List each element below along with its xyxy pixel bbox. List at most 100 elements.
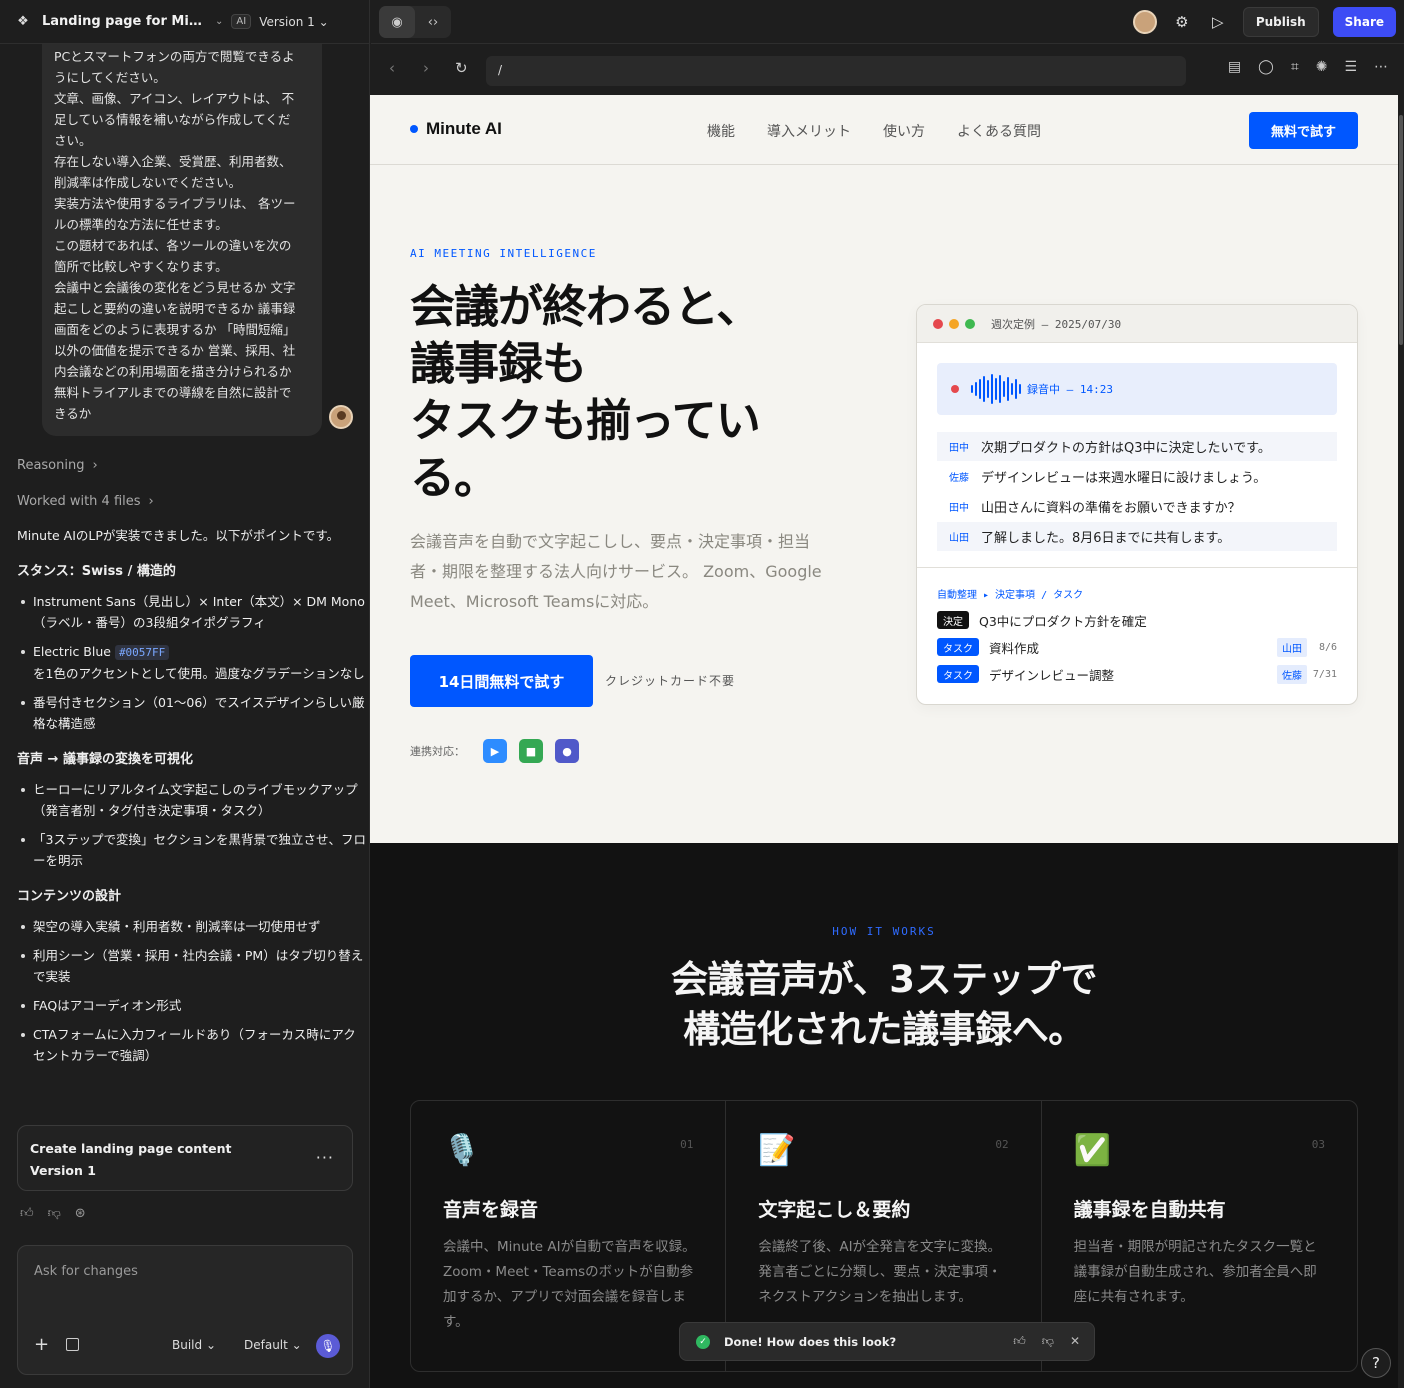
close-icon[interactable]: ✕ [1070,1334,1080,1349]
worked-files-toggle[interactable]: Worked with 4 files › [17,494,154,509]
view-toggle: ◉ ‹› [379,6,451,38]
mode-selector[interactable]: Build ⌄ [172,1338,216,1352]
app-window: PCとスマートフォンの両方で閲覧できるよ うにしてください。 文章、画像、アイコン、… [0,0,1404,1388]
site-brand[interactable]: Minute AI [410,119,502,139]
inspect-icon[interactable]: ⌗ [1291,59,1299,75]
meeting-mockup: 週次定例 — 2025/07/30 録音中 — 14:23 田中 次期プロダクトの… [916,304,1358,705]
reasoning-label: Reasoning [17,458,85,473]
message-line: 削減率は作成しないでください。 [54,175,242,190]
task-tag: タスク [937,638,979,656]
figma-logo-icon[interactable]: ❖ [12,11,34,33]
nav-link[interactable]: 使い方 [883,121,925,141]
version-selector[interactable]: Version 1 ⌄ [259,15,328,29]
task-row: タスク デザインレビュー調整 佐藤 7/31 [937,664,1337,684]
message-line: ルの標準的な方法に任せます。 [54,217,228,232]
layout-icon[interactable]: ▤ [1228,59,1241,75]
google-meet-icon: ■ [519,739,543,763]
message-line: 存在しない導入企業、受賞歴、利用者数、 [54,154,292,169]
reply-text: を1色のアクセントとして使用。過度なグラデーションなし [33,666,365,681]
nav-cta-button[interactable]: 無料で試す [1249,112,1358,149]
toast-actions: 👍︎ 👎︎ ✕ [1013,1334,1080,1349]
reasoning-toggle[interactable]: Reasoning › [17,458,98,473]
plus-icon[interactable]: + [34,1334,49,1355]
nav-link[interactable]: 導入メリット [767,121,851,141]
attach-icon[interactable] [66,1338,79,1351]
recording-dot-icon [951,385,959,393]
nav-link[interactable]: よくある質問 [957,121,1041,141]
back-icon[interactable]: ‹ [389,59,395,77]
more-horizontal-icon[interactable]: ⋯ [1374,59,1388,75]
maximize-dot-icon [965,318,975,329]
share-button[interactable]: Share [1332,7,1396,37]
mockup-breadcrumb: 自動整理 ▸ 決定事項 / タスク [937,590,1084,601]
reply-text: 番号付きセクション（01〜06）でスイスデザインらしい厳格な構造感 [33,695,365,731]
chevron-right-icon: › [148,494,154,509]
thumbs-down-icon[interactable]: 👎︎ [48,1206,61,1221]
model-selector[interactable]: Default ⌄ [244,1338,302,1352]
hero-cta-button[interactable]: 14日間無料で試す [410,655,593,707]
reply-list: ヒーローにリアルタイム文字起こしのライブモックアップ（発言者別・タグ付き決定事項… [17,779,367,871]
notes-icon[interactable]: ☰ [1344,59,1357,75]
message-line: きるか [54,406,92,421]
thumbs-down-icon[interactable]: 👎︎ [1042,1334,1054,1349]
url-input[interactable]: / [486,56,1186,86]
reply-list-item: 番号付きセクション（01〜06）でスイスデザインらしい厳格な構造感 [17,692,367,734]
assistant-reply: Minute AIのLPが実装できました。以下がポイントです。 スタンス：Swi… [17,526,367,1080]
composer[interactable]: Ask for changes + Build ⌄ Default ⌄ 🎙︎ [17,1245,353,1375]
version-card[interactable]: Create landing page content Version 1 ··… [17,1125,353,1191]
publish-button[interactable]: Publish [1242,7,1319,37]
reply-text: 架空の導入実績・利用者数・削減率は一切使用せず [33,919,321,934]
toast-text: Done! How does this look? [724,1334,897,1349]
message-line: 以外の価値を提示できるか 営業、採用、社 [54,343,296,358]
step-description: 担当者・期限が明記されたタスク一覧と議事録が自動生成され、参加者全員へ即座に共有… [1073,1239,1317,1305]
step-emoji-icon: 🎙️ [443,1133,481,1168]
site-menu: 機能 導入メリット 使い方 よくある質問 [707,121,1041,141]
hero-heading-line: 会議が終わると、 [410,280,761,333]
mockup-divider [917,567,1357,568]
zoom-icon: ▶ [483,739,507,763]
more-icon[interactable]: ··· [316,1148,334,1167]
reply-text: CTAフォームに入力フィールドあり（フォーカス時にアクセントカラーで強調） [33,1027,356,1063]
play-icon[interactable]: ▷ [1207,11,1229,33]
step-title: 文字起こし＆要約 [758,1199,911,1221]
assignee-badge: 山田 [1277,637,1307,657]
collaborator-avatar[interactable] [1132,10,1157,34]
sparkle-icon[interactable]: ✺ [1316,59,1328,75]
message-line: 文章、画像、アイコン、レイアウトは、 不 [54,91,295,106]
mode-label: Build [172,1338,203,1352]
reply-list: Instrument Sans（見出し）× Inter（本文）× DM Mono… [17,591,367,734]
thumbs-up-icon[interactable]: 👍︎ [1013,1334,1026,1349]
reply-list-item: Electric Blue #0057FF を1色のアクセントとして使用。過度なグ… [17,641,367,684]
decision-row: 決定 Q3中にプロダクト方針を確定 [937,610,1337,630]
settings-gear-icon[interactable]: ⚙ [1171,11,1193,33]
preview-scrollbar[interactable] [1398,95,1404,1388]
speaker-label: 田中 [949,503,969,514]
brand-name: Minute AI [426,119,502,138]
integrations-label: 連携対応： [410,745,465,758]
chevron-down-icon[interactable]: ⌄ [215,16,223,27]
nav-link[interactable]: 機能 [707,121,735,141]
message-line: 起こしと要約の違いを説明できるか 議事録 [54,301,296,316]
transcript-line: 山田 了解しました。8月6日までに共有します。 [937,522,1337,551]
preview-tools: ▤ ◯ ⌗ ✺ ☰ ⋯ [1228,59,1388,75]
ai-badge: AI [231,14,252,29]
comment-icon[interactable]: ◯ [1258,59,1274,75]
message-line: 会議中と会議後の変化をどう見せるか 文字 [54,280,296,295]
forward-icon[interactable]: › [423,59,429,77]
microphone-icon[interactable]: 🎙︎ [316,1334,340,1358]
reply-text: FAQはアコーディオン形式 [33,998,182,1013]
reload-icon[interactable]: ↻ [455,59,468,77]
thumbs-up-icon[interactable]: 👍︎ [20,1206,34,1221]
scrollbar-thumb[interactable] [1399,115,1403,345]
reply-list: 架空の導入実績・利用者数・削減率は一切使用せず 利用シーン（営業・採用・社内会議・… [17,916,367,1066]
worked-files-label: Worked with 4 files [17,494,141,509]
project-title[interactable]: Landing page for Minut... [42,14,207,29]
code-icon[interactable]: ‹› [415,6,451,38]
preview-eye-icon[interactable]: ◉ [379,6,415,38]
help-button[interactable]: ? [1361,1348,1391,1378]
restore-icon[interactable]: ⊛ [75,1206,86,1221]
composer-input[interactable]: Ask for changes [34,1264,138,1279]
site-preview: Minute AI 機能 導入メリット 使い方 よくある質問 無料で試す AI MEE… [370,95,1398,1388]
reply-intro: Minute AIのLPが実装できました。以下がポイントです。 [17,528,340,543]
message-line: 箇所で比較しやすくなります。 [54,259,228,274]
